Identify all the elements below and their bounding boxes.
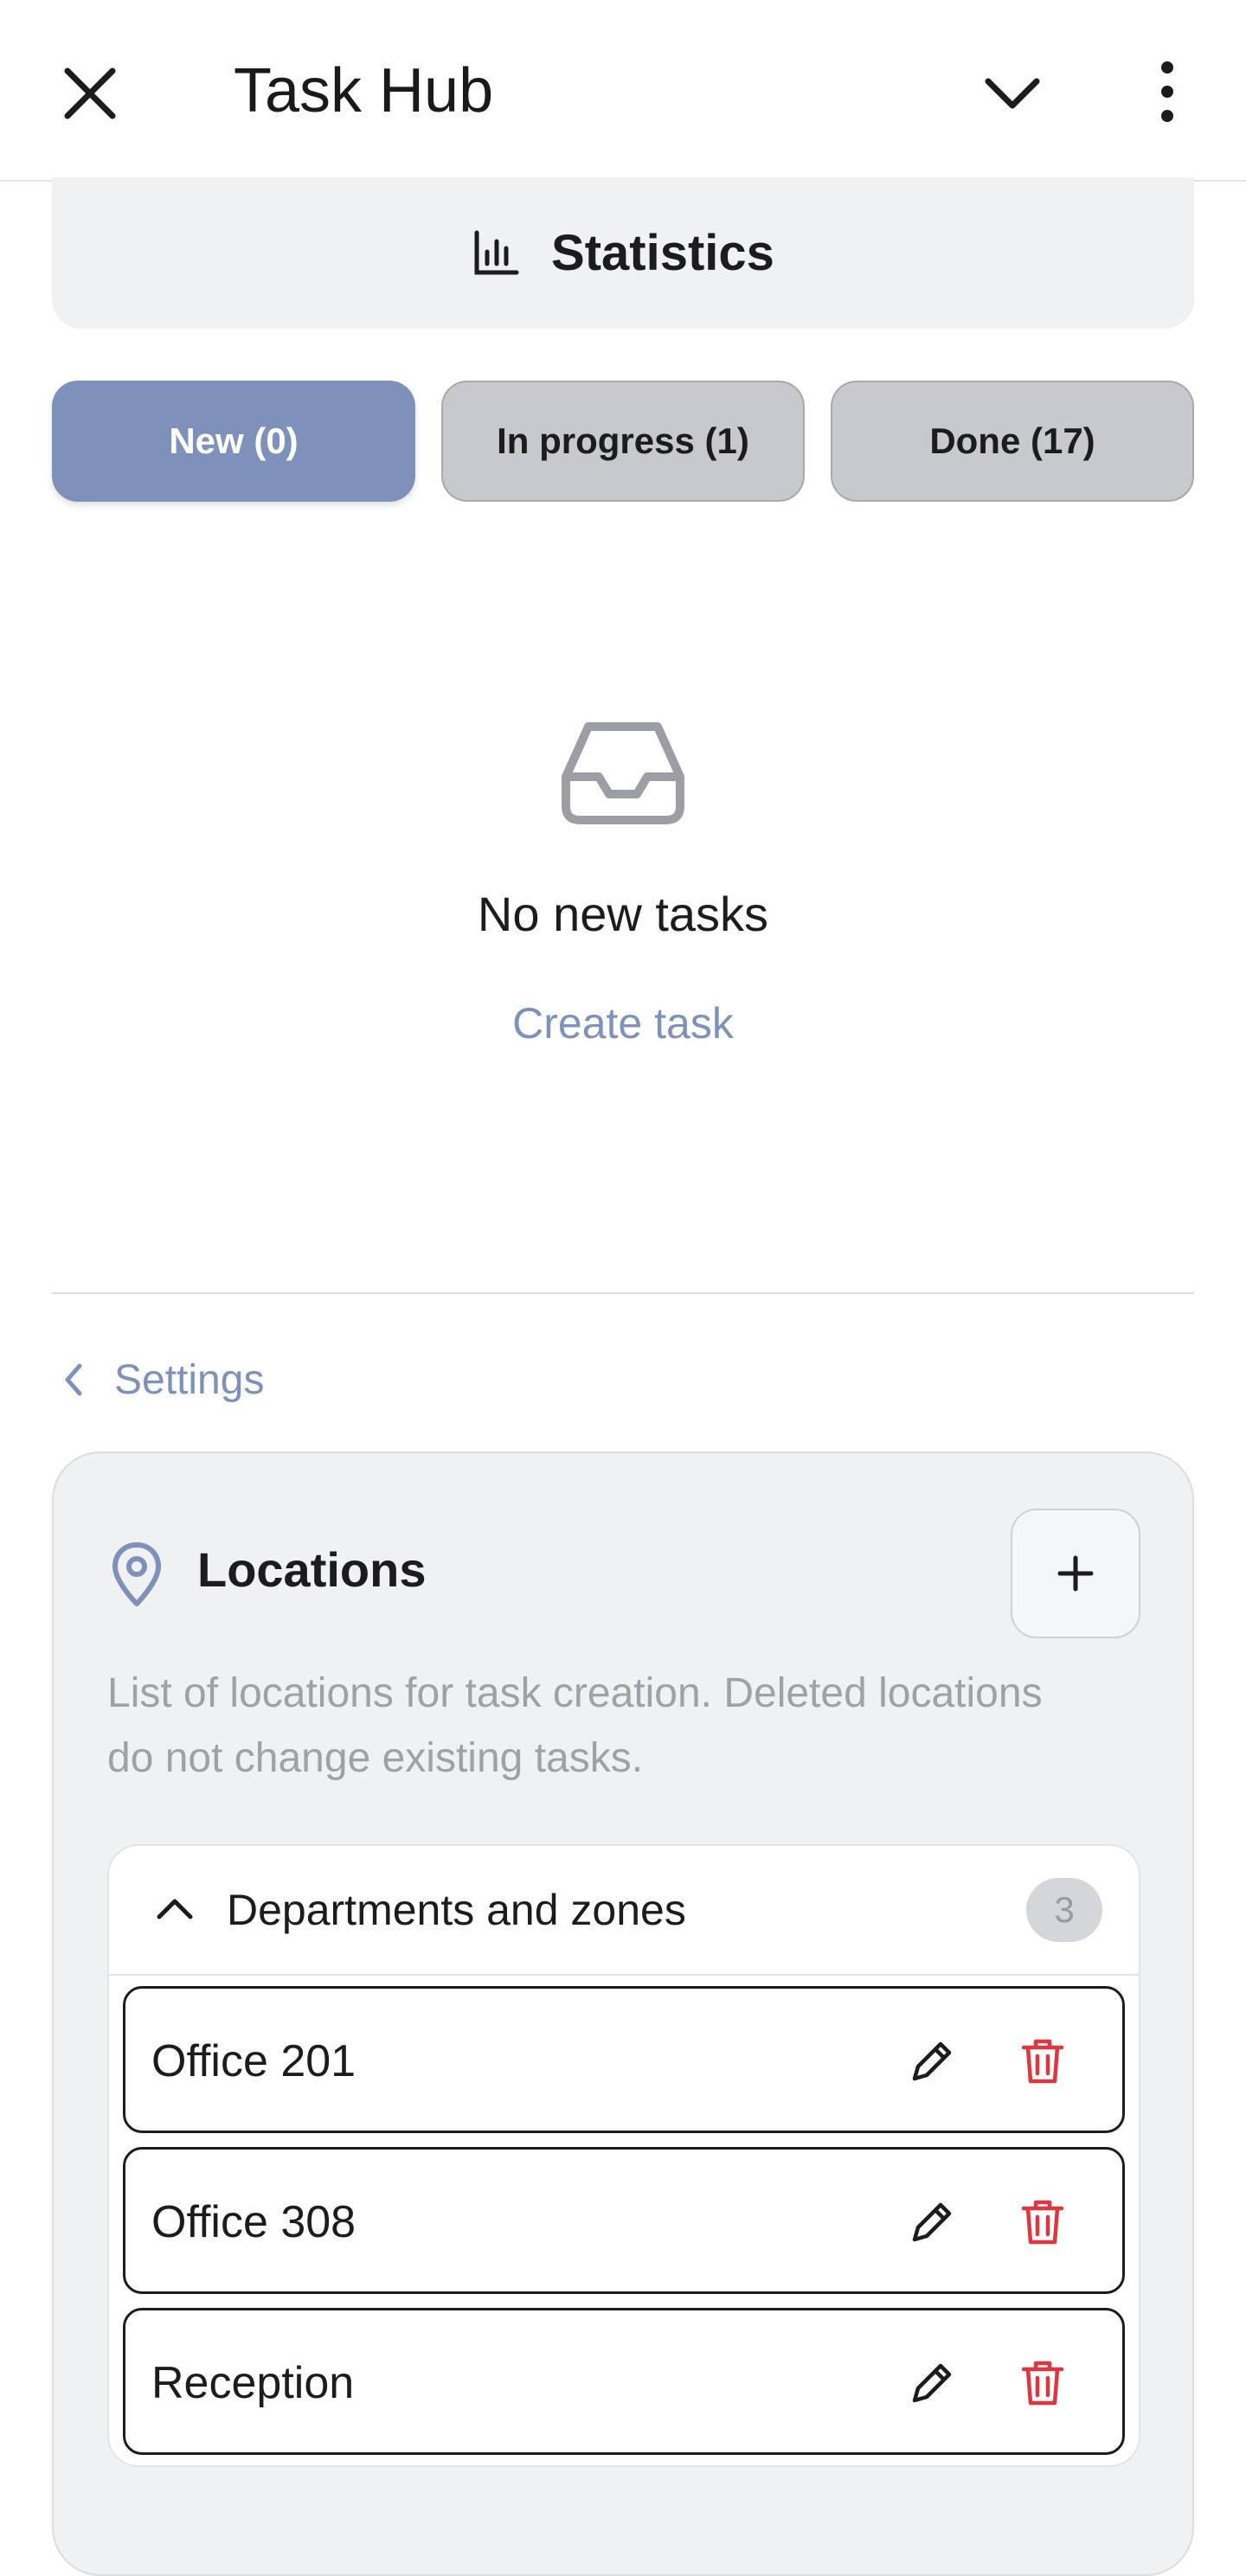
close-icon[interactable] [57,61,123,126]
divider [52,1292,1194,1294]
status-tabs: New (0) In progress (1) Done (17) [52,381,1194,502]
statistics-label: Statistics [551,225,774,281]
chevron-left-icon [65,1363,82,1396]
more-vert-icon[interactable] [1140,57,1194,126]
edit-pencil-icon[interactable] [908,2359,956,2407]
edit-pencil-icon[interactable] [908,2198,956,2246]
app-bar: Task Hub [0,0,1246,182]
edit-pencil-icon[interactable] [908,2037,956,2086]
empty-state-title: No new tasks [477,887,769,941]
group-header[interactable]: Departments and zones 3 [109,1846,1139,1976]
create-task-link[interactable]: Create task [0,998,1246,1048]
delete-trash-icon[interactable] [1020,2198,1065,2246]
group-title: Departments and zones [227,1886,686,1934]
location-name: Reception [151,2358,355,2408]
delete-trash-icon[interactable] [1020,2037,1065,2086]
location-row: Reception [123,2308,1125,2455]
location-row: Office 201 [123,1986,1125,2133]
settings-label: Settings [114,1356,265,1403]
tab-in-progress[interactable]: In progress (1) [441,381,805,502]
app-title: Task Hub [234,56,494,125]
locations-title: Locations [197,1542,427,1597]
location-row: Office 308 [123,2147,1125,2294]
inbox-icon [562,722,684,824]
locations-card: Locations List of locations for task cre… [52,1451,1194,2576]
chevron-up-icon [157,1899,193,1919]
locations-description: List of locations for task creation. Del… [107,1670,1043,1781]
location-name: Office 201 [151,2036,356,2086]
tab-done[interactable]: Done (17) [831,381,1194,502]
chevron-down-icon[interactable] [978,62,1047,123]
settings-back-link[interactable]: Settings [61,1349,264,1410]
group-count-badge: 3 [1026,1878,1102,1942]
bar-chart-icon [474,230,519,274]
location-pin-icon [112,1542,161,1606]
location-group: Departments and zones 3 Office 201 Offic… [107,1844,1140,2467]
delete-trash-icon[interactable] [1020,2359,1065,2407]
add-location-button[interactable] [1011,1509,1140,1638]
location-name: Office 308 [151,2197,356,2247]
tab-new[interactable]: New (0) [52,381,415,502]
statistics-button[interactable]: Statistics [52,177,1194,329]
plus-icon [1057,1555,1094,1592]
